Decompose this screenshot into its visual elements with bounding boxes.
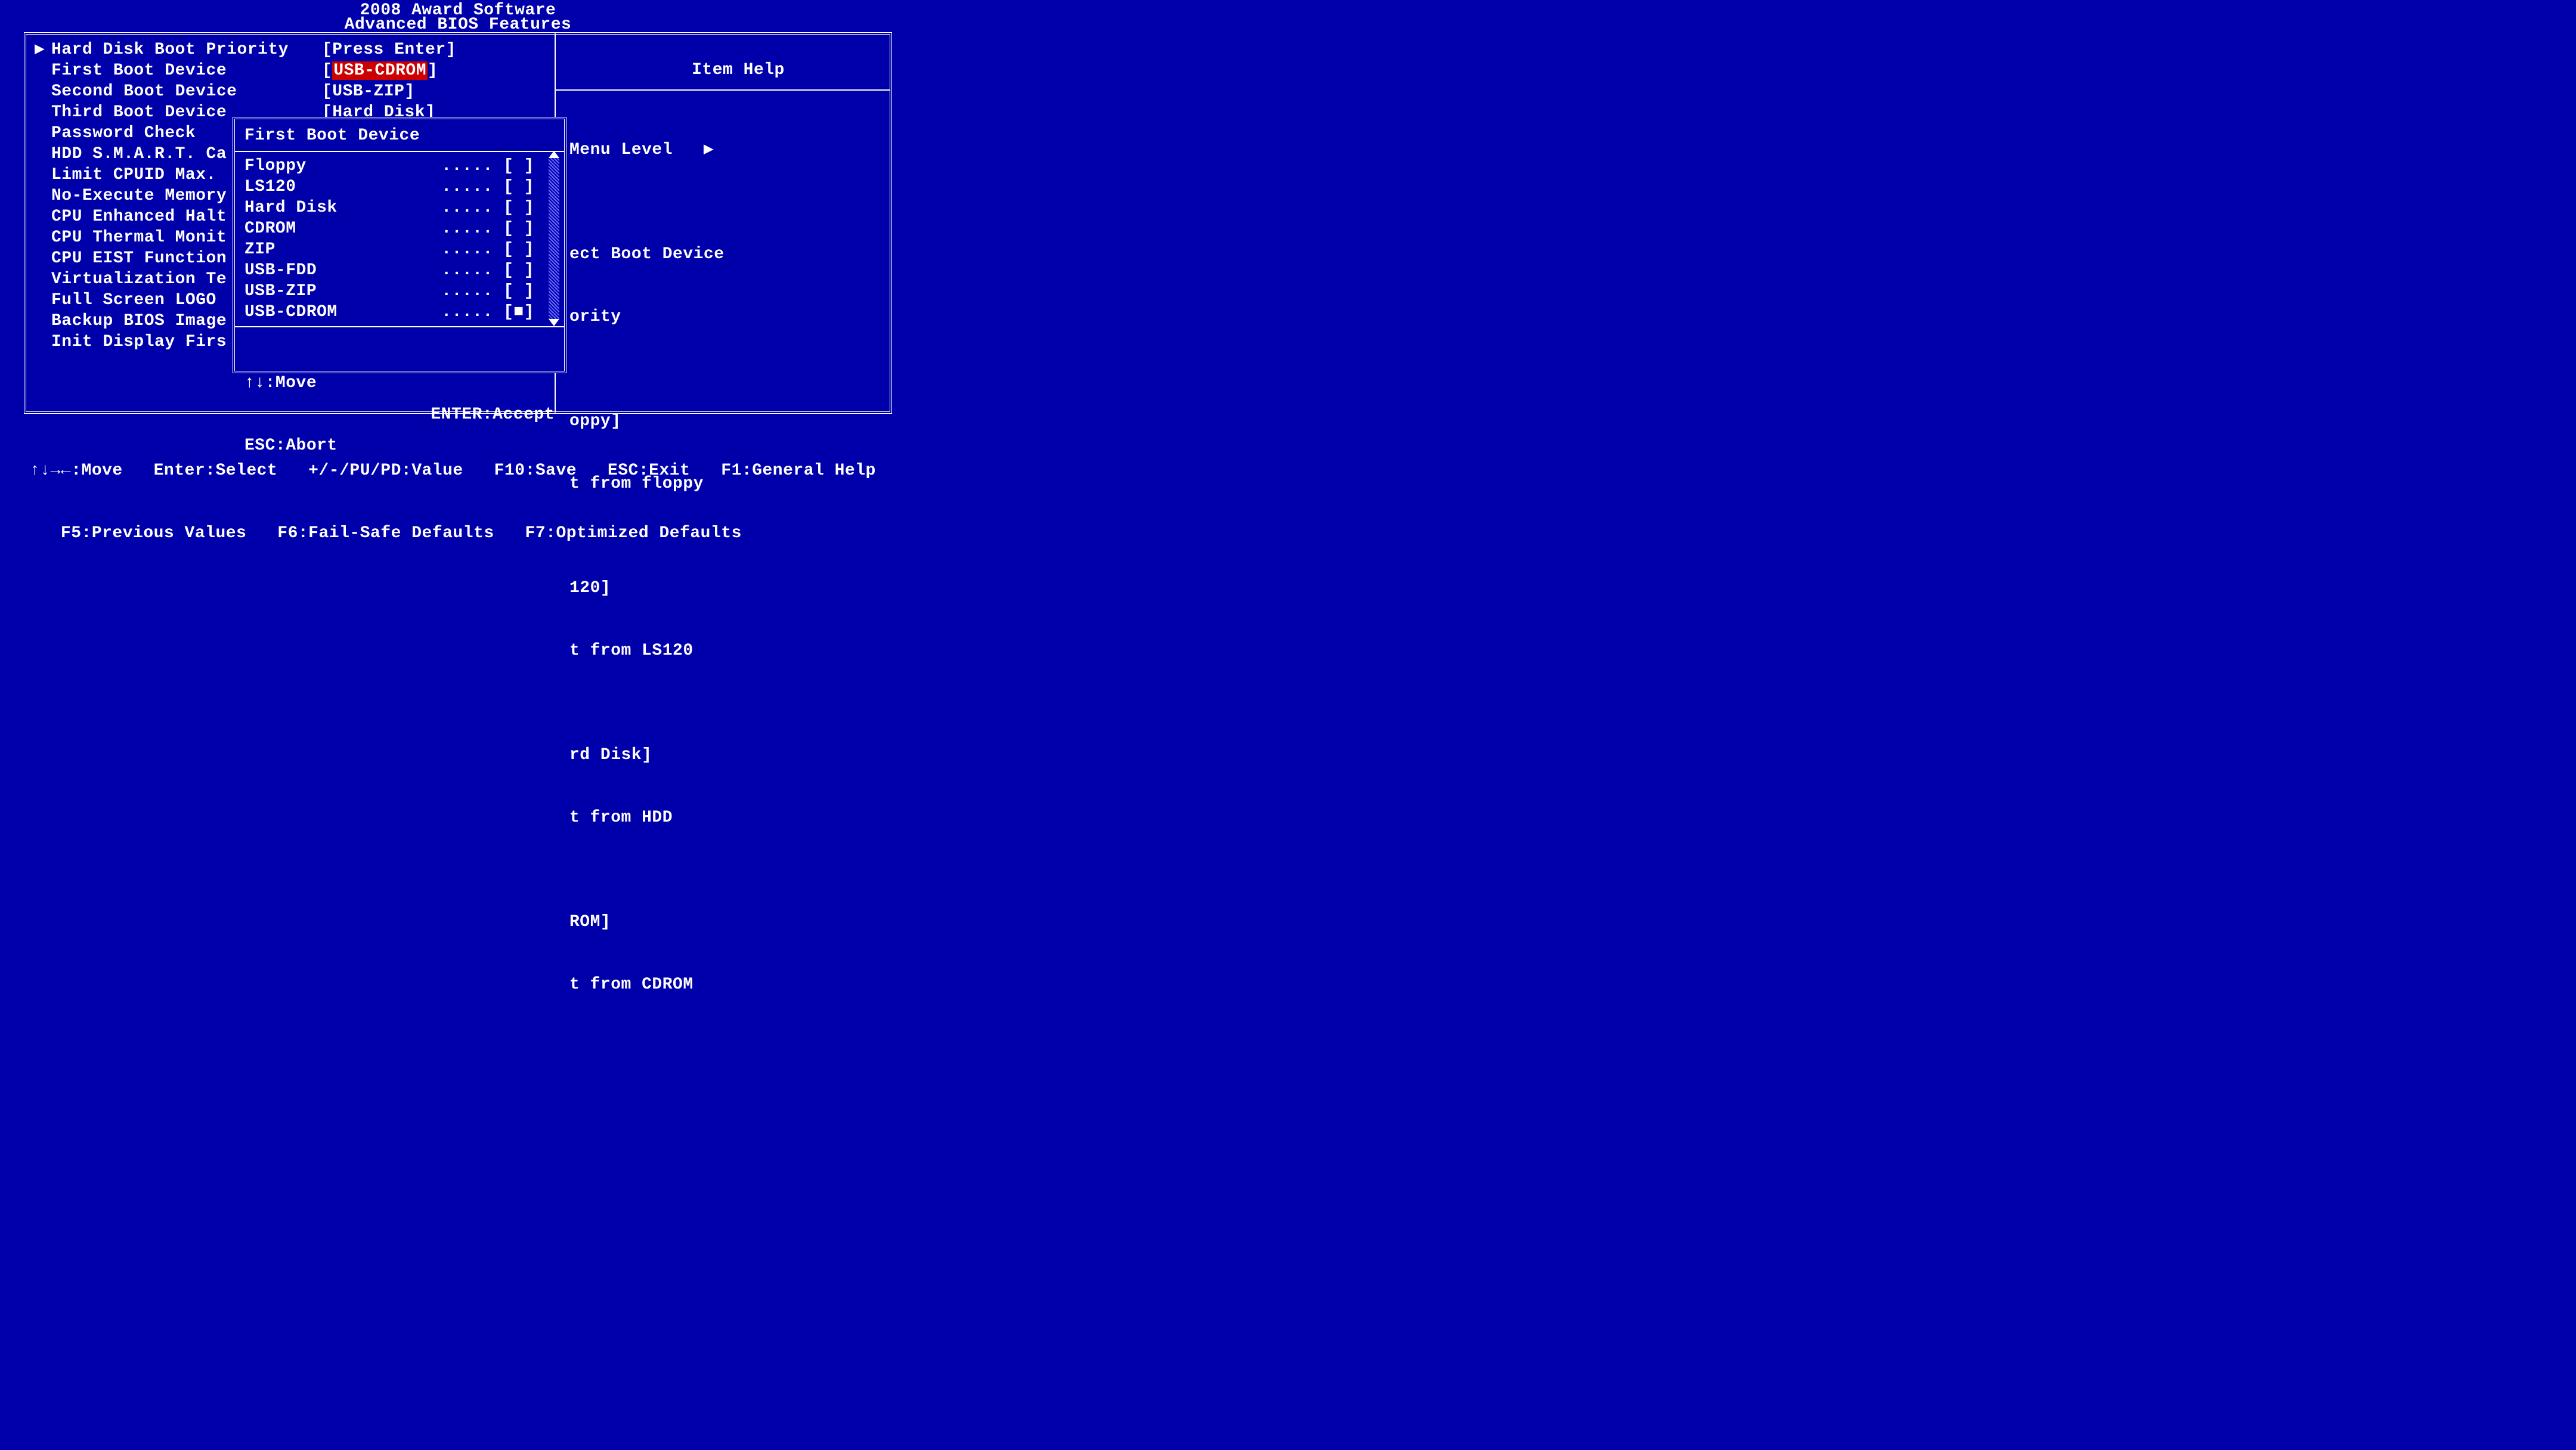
popup-option[interactable]: ZIP..... [ ] bbox=[244, 239, 555, 260]
popup-option[interactable]: Hard Disk..... [ ] bbox=[244, 197, 555, 218]
global-key-hints: ↑↓→←:Move Enter:Select +/-/PU/PD:Value F… bbox=[30, 419, 892, 585]
item-help-title: Item Help bbox=[596, 60, 880, 80]
key-hint-line: ↑↓→←:Move Enter:Select +/-/PU/PD:Value F… bbox=[30, 460, 892, 481]
popup-option[interactable]: Floppy..... [ ] bbox=[244, 156, 555, 176]
help-separator bbox=[556, 89, 890, 91]
popup-title: First Boot Device bbox=[243, 123, 556, 151]
popup-scrollbar[interactable] bbox=[549, 158, 559, 319]
menu-level: Menu Level ▶ bbox=[569, 140, 880, 160]
popup-option[interactable]: USB-ZIP..... [ ] bbox=[244, 281, 555, 302]
popup-option[interactable]: LS120..... [ ] bbox=[244, 176, 555, 197]
popup-option[interactable]: USB-FDD..... [ ] bbox=[244, 260, 555, 281]
setting-value[interactable]: [Press Enter] bbox=[322, 39, 456, 60]
popup-option-list: Floppy..... [ ] LS120..... [ ] Hard Disk… bbox=[243, 152, 556, 326]
popup-option[interactable]: USB-CDROM..... [■] bbox=[244, 302, 555, 323]
bios-screen: 2008 Award Software Advanced BIOS Featur… bbox=[0, 0, 916, 515]
pointer-icon: ▶ bbox=[35, 39, 51, 60]
popup-option[interactable]: CDROM..... [ ] bbox=[244, 218, 555, 239]
settings-values: [Press Enter] [USB-CDROM] [USB-ZIP] [Har… bbox=[322, 39, 456, 123]
selected-value: USB-CDROM bbox=[332, 61, 428, 80]
hint-move: ↑↓:Move bbox=[244, 373, 338, 394]
setting-value[interactable]: [USB-CDROM] bbox=[322, 60, 456, 81]
key-hint-line: F5:Previous Values F6:Fail-Safe Defaults… bbox=[30, 523, 892, 544]
setting-value[interactable]: [USB-ZIP] bbox=[322, 81, 456, 102]
boot-device-popup: First Boot Device Floppy..... [ ] LS120.… bbox=[233, 117, 566, 373]
